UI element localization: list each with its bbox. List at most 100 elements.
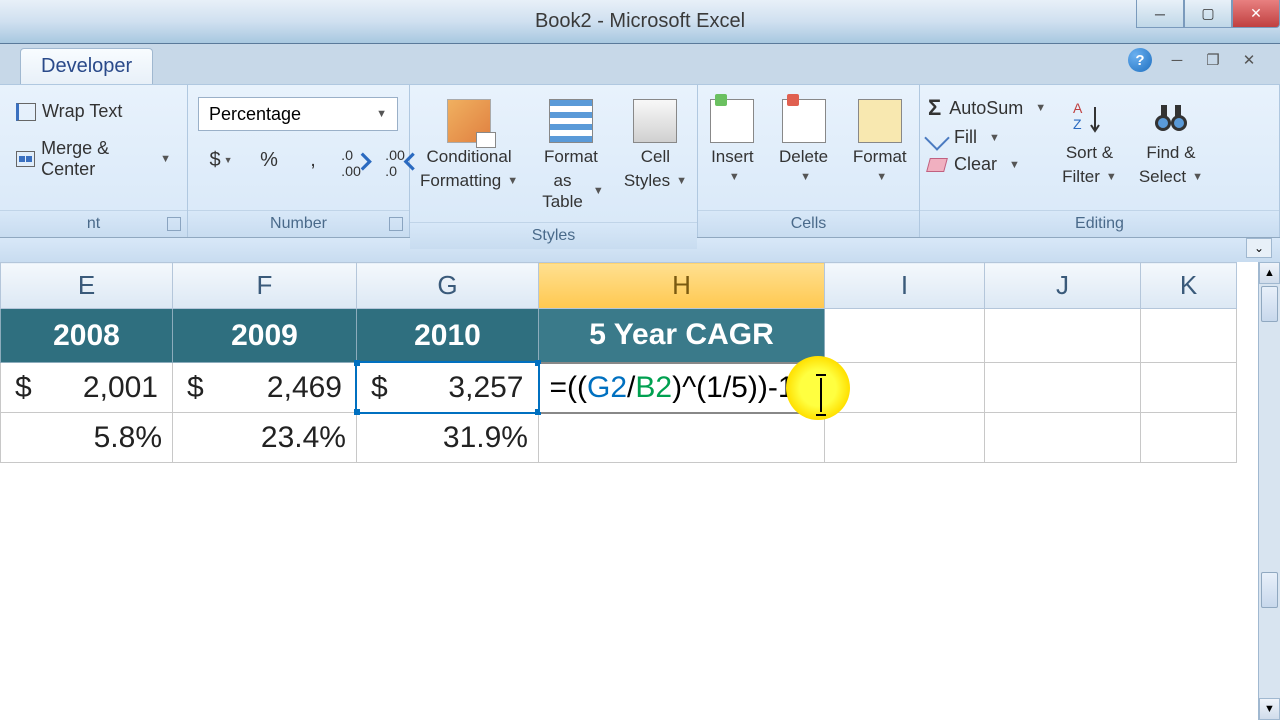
spreadsheet-grid[interactable]: E F G H I J K 2008 2009 2010 5 Year CAGR…	[0, 262, 1237, 463]
cell-G2[interactable]: $ 3,257	[357, 363, 539, 413]
merge-center-button[interactable]: Merge & Center ▼	[6, 132, 181, 186]
cell-K2[interactable]	[1141, 363, 1237, 413]
clear-button[interactable]: Clear ▼	[928, 154, 1046, 175]
svg-text:.0: .0	[341, 148, 353, 164]
scroll-thumb[interactable]	[1261, 286, 1278, 322]
number-format-dropdown[interactable]: Percentage ▼	[198, 97, 398, 131]
comma-format-button[interactable]: ,	[294, 141, 332, 179]
conditional-formatting-icon	[447, 99, 491, 143]
autosum-button[interactable]: Σ AutoSum ▼	[928, 95, 1046, 121]
merge-center-icon	[16, 151, 35, 167]
merge-center-label: Merge & Center	[41, 138, 150, 180]
header-2009[interactable]: 2009	[173, 309, 357, 363]
cell-F2[interactable]: $ 2,469	[173, 363, 357, 413]
cell-F3[interactable]: 23.4%	[173, 413, 357, 463]
col-header-E[interactable]: E	[1, 263, 173, 309]
increase-decimal-button[interactable]: .0.00	[338, 141, 376, 179]
maximize-button[interactable]: ▢	[1184, 0, 1232, 28]
document-window-controls: ? ─ ❐ ✕	[1128, 48, 1260, 72]
header-2008[interactable]: 2008	[1, 309, 173, 363]
cell-I1[interactable]	[825, 309, 985, 363]
cell-J3[interactable]	[985, 413, 1141, 463]
cells-group: Insert ▼ Delete ▼ Format ▼ Cells	[698, 85, 920, 237]
col-header-F[interactable]: F	[173, 263, 357, 309]
conditional-formatting-button[interactable]: Conditional Formatting▼	[414, 95, 524, 196]
table-row: $ 2,001 $ 2,469 $ 3,257 =((G2/B2)^(1/5))…	[1, 363, 1237, 413]
format-cells-button[interactable]: Format ▼	[847, 95, 913, 189]
find-select-button[interactable]: Find & Select▼	[1133, 95, 1209, 192]
number-dialog-launcher[interactable]	[389, 217, 403, 231]
accounting-format-button[interactable]: $▼	[198, 141, 244, 179]
cell-styles-button[interactable]: Cell Styles▼	[618, 95, 693, 196]
wrap-text-label: Wrap Text	[42, 101, 122, 122]
insert-icon	[710, 99, 754, 143]
scroll-down-button[interactable]: ▼	[1259, 698, 1280, 720]
cell-E2[interactable]: $ 2,001	[1, 363, 173, 413]
col-header-I[interactable]: I	[825, 263, 985, 309]
sort-filter-icon: AZ	[1071, 99, 1107, 139]
doc-minimize-button[interactable]: ─	[1166, 49, 1188, 71]
svg-text:Z: Z	[1073, 116, 1082, 132]
chevron-down-icon: ▼	[376, 108, 387, 120]
number-group-label: Number	[188, 210, 409, 237]
percent-format-button[interactable]: %	[250, 141, 288, 179]
fill-button[interactable]: Fill ▼	[928, 127, 1046, 148]
cell-J2[interactable]	[985, 363, 1141, 413]
svg-text:.00: .00	[341, 164, 361, 179]
title-bar: Book2 - Microsoft Excel ─ ▢ ✕	[0, 0, 1280, 44]
number-group: Percentage ▼ $▼ % , .0.00 .00.0 Number	[188, 85, 410, 237]
window-controls: ─ ▢ ✕	[1136, 0, 1280, 28]
ribbon-collapse-button[interactable]: ⌄	[1246, 238, 1272, 258]
delete-icon	[782, 99, 826, 143]
wrap-text-icon	[16, 103, 36, 121]
header-cagr[interactable]: 5 Year CAGR	[539, 309, 825, 363]
cell-H2-formula-editing[interactable]: =((G2/B2)^(1/5))-1	[539, 363, 825, 413]
text-cursor-icon	[820, 378, 822, 412]
header-2010[interactable]: 2010	[357, 309, 539, 363]
window-title: Book2 - Microsoft Excel	[535, 10, 745, 33]
table-header-row: 2008 2009 2010 5 Year CAGR	[1, 309, 1237, 363]
tab-developer[interactable]: Developer	[20, 48, 153, 84]
alignment-dialog-launcher[interactable]	[167, 217, 181, 231]
styles-group: Conditional Formatting▼ Format as Table▼…	[410, 85, 698, 237]
cell-styles-icon	[633, 99, 677, 143]
cell-G3[interactable]: 31.9%	[357, 413, 539, 463]
col-header-J[interactable]: J	[985, 263, 1141, 309]
help-button[interactable]: ?	[1128, 48, 1152, 72]
sigma-icon: Σ	[928, 95, 941, 121]
cell-K1[interactable]	[1141, 309, 1237, 363]
doc-close-button[interactable]: ✕	[1238, 49, 1260, 71]
sort-filter-button[interactable]: AZ Sort & Filter▼	[1056, 95, 1123, 192]
col-header-K[interactable]: K	[1141, 263, 1237, 309]
svg-text:.00: .00	[385, 148, 405, 164]
column-headers[interactable]: E F G H I J K	[1, 263, 1237, 309]
format-as-table-button[interactable]: Format as Table▼	[532, 95, 610, 216]
worksheet-area[interactable]: E F G H I J K 2008 2009 2010 5 Year CAGR…	[0, 262, 1280, 720]
cell-H3[interactable]	[539, 413, 825, 463]
insert-cells-button[interactable]: Insert ▼	[704, 95, 760, 189]
doc-restore-button[interactable]: ❐	[1202, 49, 1224, 71]
styles-group-label: Styles	[410, 222, 697, 249]
vertical-scrollbar[interactable]: ▲ ▼	[1258, 262, 1280, 720]
format-icon	[858, 99, 902, 143]
cell-I3[interactable]	[825, 413, 985, 463]
binoculars-icon	[1153, 99, 1189, 139]
table-row: 5.8% 23.4% 31.9%	[1, 413, 1237, 463]
fill-icon	[924, 125, 949, 150]
wrap-text-button[interactable]: Wrap Text	[6, 95, 132, 128]
cell-I2[interactable]	[825, 363, 985, 413]
delete-cells-button[interactable]: Delete ▼	[773, 95, 834, 189]
svg-text:A: A	[1073, 100, 1083, 116]
editing-group-label: Editing	[920, 210, 1279, 237]
eraser-icon	[926, 158, 948, 172]
cell-K3[interactable]	[1141, 413, 1237, 463]
format-as-table-icon	[549, 99, 593, 143]
scroll-thumb-secondary[interactable]	[1261, 572, 1278, 608]
cell-J1[interactable]	[985, 309, 1141, 363]
col-header-G[interactable]: G	[357, 263, 539, 309]
scroll-up-button[interactable]: ▲	[1259, 262, 1280, 284]
cell-E3[interactable]: 5.8%	[1, 413, 173, 463]
minimize-button[interactable]: ─	[1136, 0, 1184, 28]
close-button[interactable]: ✕	[1232, 0, 1280, 28]
col-header-H[interactable]: H	[539, 263, 825, 309]
